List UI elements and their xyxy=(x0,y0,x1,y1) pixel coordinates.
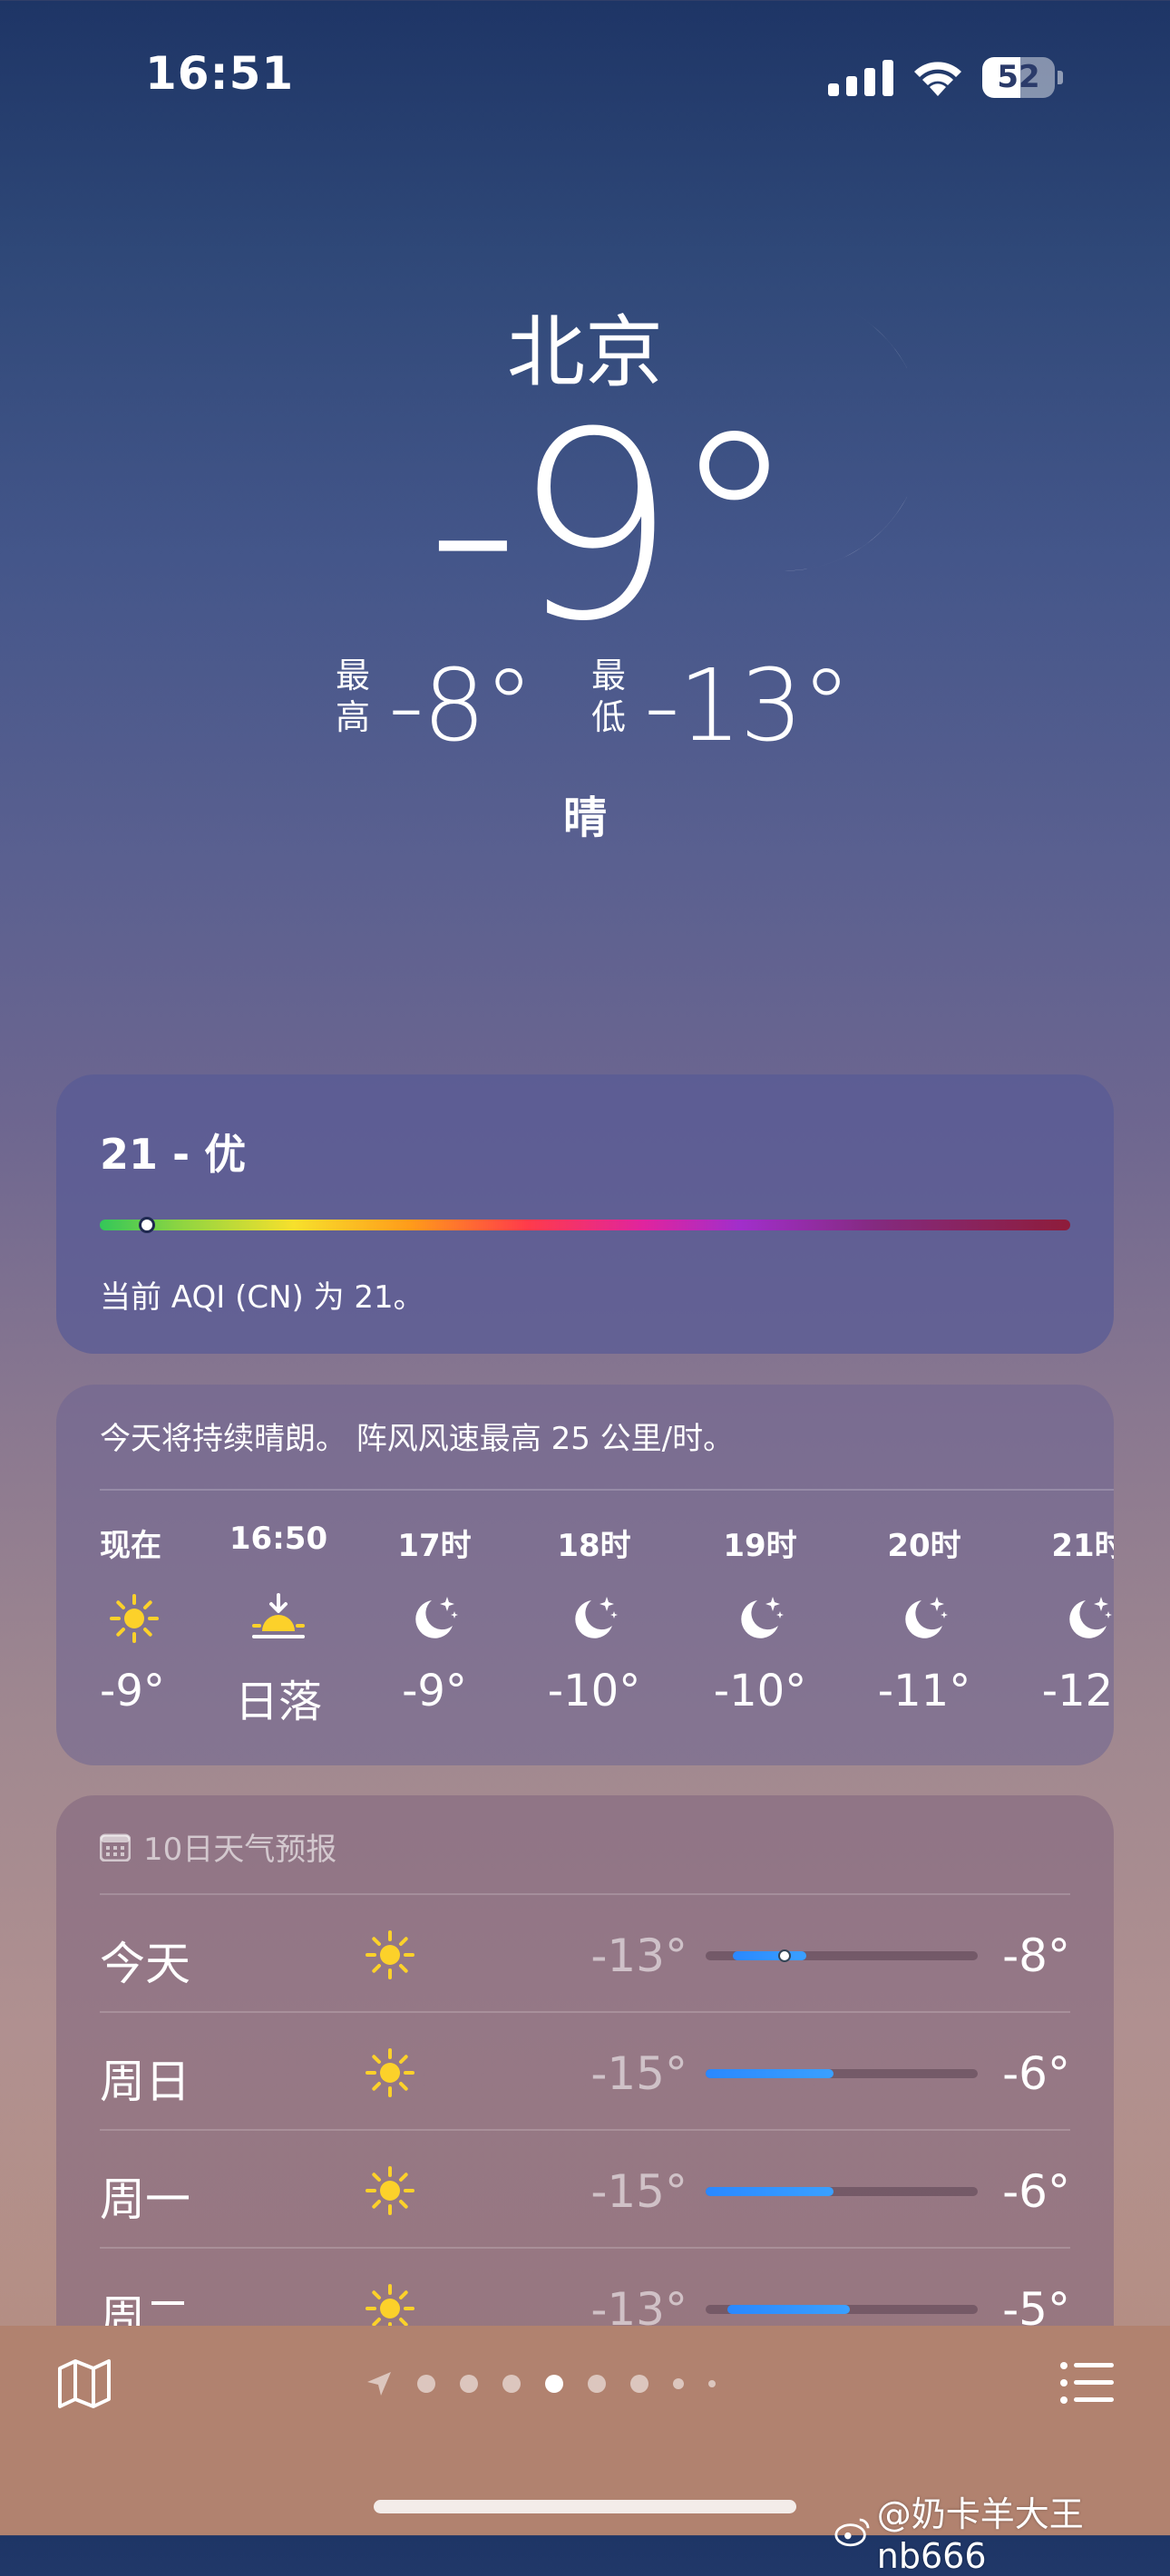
moon-stars-icon xyxy=(362,1582,507,1655)
temperature-range-bar xyxy=(706,2187,978,2196)
hour-label: 17时 xyxy=(397,1528,472,1564)
hourly-item: 21时 -12° xyxy=(1016,1521,1114,1716)
low-temperature: -15° xyxy=(590,2047,687,2100)
page-dot[interactable] xyxy=(708,2380,716,2387)
battery-indicator: 52 xyxy=(982,57,1064,98)
page-dot[interactable] xyxy=(545,2375,563,2393)
status-time: 16:51 xyxy=(145,47,295,100)
hourly-item: 16:50 日落 xyxy=(206,1521,351,1729)
hour-temperature: -12° xyxy=(1041,1666,1114,1716)
hourly-item: 20时 -11° xyxy=(852,1521,997,1716)
moon-stars-icon xyxy=(852,1582,997,1655)
aqi-description: 当前 AQI (CN) 为 21。 xyxy=(100,1279,424,1316)
low-temperature: -15° xyxy=(590,2165,687,2218)
day-label: 周一 xyxy=(100,2173,190,2226)
page-dot[interactable] xyxy=(588,2375,606,2393)
hourly-forecast-card[interactable]: 今天将持续晴朗。 阵风风速最高 25 公里/时。 现在 -9° 16:50 日落 1… xyxy=(56,1385,1114,1765)
weather-condition: 晴 xyxy=(562,792,607,843)
low-temperature: -13° xyxy=(590,1930,687,1982)
sun-icon xyxy=(363,2046,417,2100)
aqi-scale-bar xyxy=(100,1220,1070,1230)
high-temperature: -8° xyxy=(388,647,534,763)
temperature-range-bar xyxy=(706,2069,978,2078)
hour-temperature: -9° xyxy=(402,1666,467,1716)
hour-temperature: -10° xyxy=(547,1666,641,1716)
temperature-range-bar xyxy=(706,2305,978,2314)
sun-icon xyxy=(363,2163,417,2218)
page-dot[interactable] xyxy=(673,2378,684,2389)
current-temperature: -9° xyxy=(426,377,799,678)
list-icon[interactable] xyxy=(1059,2360,1114,2406)
hourly-item: 19时 -10° xyxy=(687,1521,833,1716)
hour-label: 19时 xyxy=(723,1528,797,1564)
weibo-logo-icon xyxy=(834,2518,870,2546)
high-temperature: -6° xyxy=(1002,2047,1070,2100)
page-dot[interactable] xyxy=(417,2375,435,2393)
day-label: 今天 xyxy=(100,1938,190,1990)
ten-day-header: 10日天气预报 xyxy=(100,1824,336,1869)
hour-label: 21时 xyxy=(1051,1528,1114,1564)
hourly-summary: 今天将持续晴朗。 阵风风速最高 25 公里/时。 xyxy=(100,1421,735,1457)
watermark: @奶卡羊大王nb666 xyxy=(834,2486,1170,2576)
hour-temperature: 日落 xyxy=(234,1677,322,1727)
divider xyxy=(100,1489,1114,1491)
aqi-indicator-dot xyxy=(139,1217,155,1233)
calendar-icon xyxy=(100,1833,131,1862)
home-indicator[interactable] xyxy=(374,2500,796,2513)
sun-icon xyxy=(363,1928,417,1982)
hour-temperature: -10° xyxy=(713,1666,807,1716)
watermark-text: @奶卡羊大王nb666 xyxy=(876,2494,1084,2576)
high-label: 最高 xyxy=(335,656,370,737)
page-dot[interactable] xyxy=(502,2375,521,2393)
current-temp-dot xyxy=(778,1949,791,1962)
cellular-signal-icon xyxy=(828,60,893,96)
temperature-range-bar xyxy=(706,1949,978,1962)
ten-day-title: 10日天气预报 xyxy=(143,1832,337,1868)
map-icon[interactable] xyxy=(56,2356,112,2412)
moon-stars-icon xyxy=(687,1582,833,1655)
wifi-icon xyxy=(914,62,961,96)
page-indicator[interactable] xyxy=(366,2368,716,2399)
aqi-title: 21 - 优 xyxy=(100,1130,247,1179)
day-label: 周日 xyxy=(100,2056,190,2108)
page-dot[interactable] xyxy=(630,2375,648,2393)
daily-row[interactable]: 周一 -15° -6° xyxy=(100,2129,1070,2249)
sunset-icon xyxy=(206,1582,351,1655)
daily-row[interactable]: 周日 -15° -6° xyxy=(100,2011,1070,2131)
daily-row[interactable]: 今天 -13° -8° xyxy=(100,1893,1070,2013)
low-temperature: -13° xyxy=(644,647,852,763)
high-temperature: -8° xyxy=(1002,1930,1070,1982)
hour-label: 20时 xyxy=(887,1528,961,1564)
hourly-item: 17时 -9° xyxy=(362,1521,507,1716)
moon-stars-icon xyxy=(522,1582,667,1655)
high-temperature: -6° xyxy=(1002,2165,1070,2218)
moon-stars-icon xyxy=(1016,1582,1114,1655)
aqi-card[interactable]: 21 - 优 当前 AQI (CN) 为 21。 xyxy=(56,1074,1114,1354)
page-dot[interactable] xyxy=(460,2375,478,2393)
location-arrow-icon xyxy=(367,2372,391,2396)
hour-temperature: -11° xyxy=(877,1666,971,1716)
hour-label: 18时 xyxy=(557,1528,631,1564)
battery-percent: 52 xyxy=(997,59,1040,95)
low-label: 最低 xyxy=(590,656,626,737)
hourly-item: 18时 -10° xyxy=(522,1521,667,1716)
hour-label: 16:50 xyxy=(229,1521,328,1557)
